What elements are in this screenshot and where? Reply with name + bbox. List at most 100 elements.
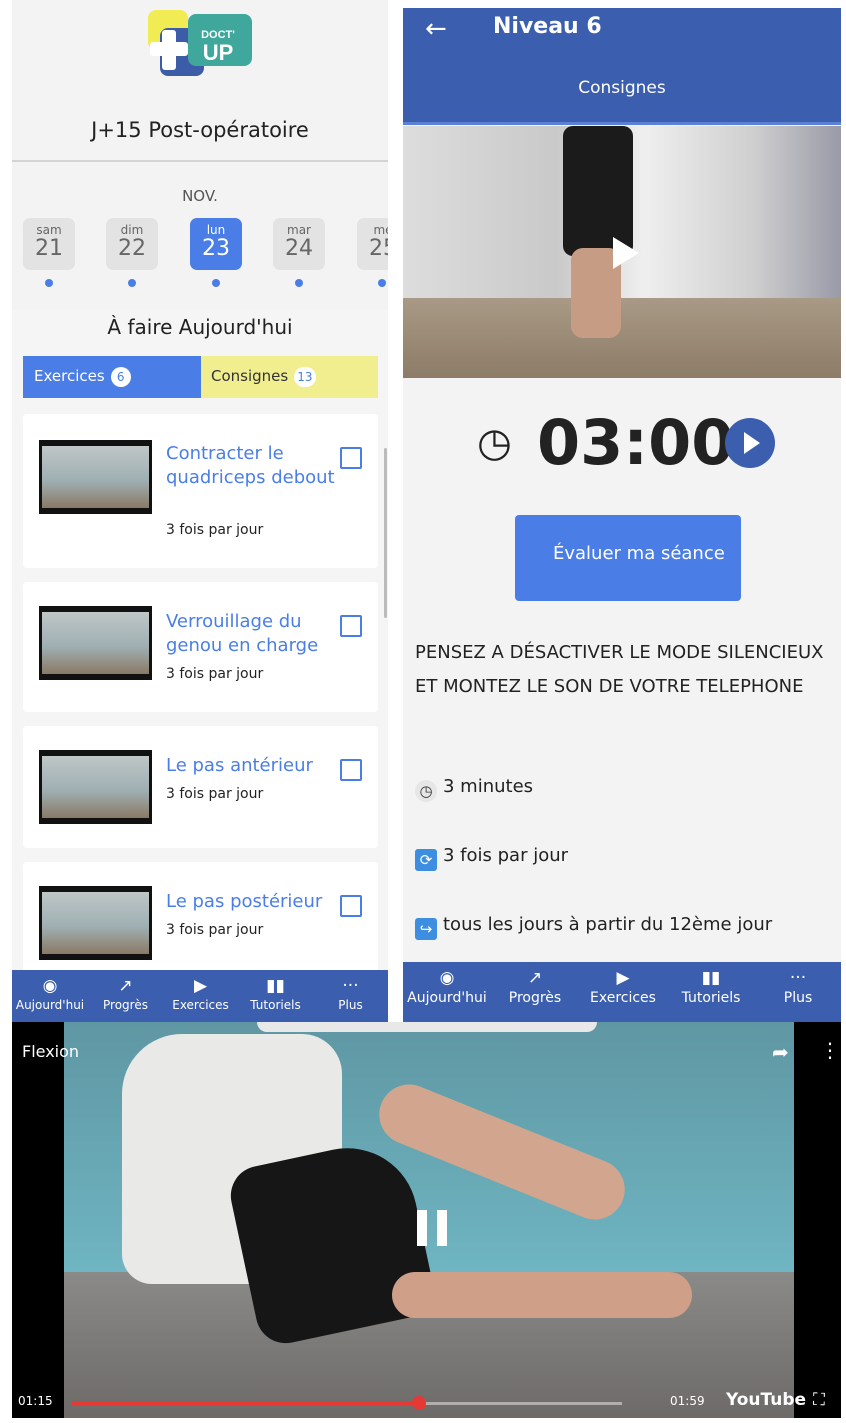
repeat-icon: ⟳: [415, 849, 437, 871]
evaluate-session-button[interactable]: Évaluer ma séance: [515, 515, 741, 601]
tab-instructions[interactable]: Consignes 13: [201, 356, 378, 398]
schedule-text: tous les jours à partir du 12ème jour: [443, 914, 773, 935]
day-dot: [212, 279, 220, 287]
more-dots-icon: ···: [342, 976, 359, 996]
timer-play-button[interactable]: [725, 418, 775, 468]
day-number: 23: [202, 236, 230, 261]
return-arrow-icon: ↪: [415, 918, 437, 940]
bottom-nav: ◉ Aujourd'hui ↗ Progrès ▶ Exercices ▮▮ Tutor…: [12, 970, 388, 1022]
day-mer[interactable]: me25: [357, 218, 388, 270]
day-number: 21: [35, 236, 63, 261]
nav-label: Tutoriels: [250, 998, 301, 1012]
timer-display: 03:00: [537, 406, 735, 479]
day-lun-selected[interactable]: lun 23: [190, 218, 242, 270]
clock-icon: ◷: [415, 780, 437, 802]
nav-today[interactable]: ◉ Aujourd'hui: [12, 970, 88, 1022]
nav-label: Progrès: [103, 998, 148, 1012]
divider: [12, 160, 388, 162]
exercise-detail-screen: ← Niveau 6 Consignes ◷ 03:00 Évaluer ma …: [403, 8, 841, 1022]
exercise-frequency: 3 fois par jour: [166, 922, 264, 938]
seek-handle[interactable]: [411, 1396, 426, 1410]
duration-line: ◷ 3 minutes: [415, 776, 533, 802]
exercises-count-badge: 6: [110, 367, 131, 387]
youtube-logo[interactable]: YouTube: [726, 1390, 806, 1410]
frequency-line: ⟳ 3 fois par jour: [415, 845, 568, 871]
video-title: Flexion: [22, 1042, 80, 1061]
seek-progress: [72, 1402, 419, 1405]
schedule-line: ↪ tous les jours à partir du 12ème jour: [415, 914, 772, 940]
exercise-title[interactable]: Le pas antérieur: [166, 754, 341, 778]
play-circle-icon: ▶: [193, 976, 208, 996]
bottom-nav: ◉ Aujourd'hui ↗ Progrès ▶ Exercices ▮▮ Tutor…: [403, 962, 841, 1022]
nav-more[interactable]: ··· Plus: [313, 970, 388, 1022]
nav-more[interactable]: ··· Plus: [755, 962, 841, 1014]
nav-label: Plus: [338, 998, 363, 1012]
exercise-title[interactable]: Le pas postérieur: [166, 890, 366, 914]
header-title: Niveau 6: [493, 14, 602, 39]
nav-progress[interactable]: ↗ Progrès: [491, 962, 579, 1014]
progress-icon: ↗: [527, 968, 543, 988]
day-dim[interactable]: dim 22: [106, 218, 158, 270]
nav-progress[interactable]: ↗ Progrès: [88, 970, 163, 1022]
youtube-player[interactable]: Flexion ➦ ⋮ 01:15 01:59 YouTube ⛶: [12, 1022, 841, 1418]
nav-tutorials[interactable]: ▮▮ Tutoriels: [667, 962, 755, 1014]
back-arrow-icon[interactable]: ←: [425, 14, 447, 44]
exercise-thumbnail[interactable]: [39, 750, 152, 824]
day-name: dim: [120, 223, 144, 237]
exercise-thumbnail[interactable]: [39, 440, 152, 514]
tab-instructions-label: Consignes: [211, 367, 289, 385]
nav-label: Aujourd'hui: [407, 990, 487, 1006]
exercise-card[interactable]: Contracter le quadriceps debout 3 fois p…: [23, 414, 378, 568]
progress-icon: ↗: [118, 976, 133, 996]
tab-exercises-label: Exercices: [34, 367, 105, 385]
page-title: J+15 Post-opératoire: [91, 118, 309, 142]
day-name: sam: [36, 223, 62, 237]
pause-icon[interactable]: [415, 1210, 449, 1246]
exercise-thumbnail[interactable]: [39, 606, 152, 680]
nav-exercises[interactable]: ▶ Exercices: [579, 962, 667, 1014]
day-dot: [128, 279, 136, 287]
book-icon: ▮▮: [266, 976, 285, 996]
more-vertical-icon[interactable]: ⋮: [820, 1038, 840, 1062]
nav-today[interactable]: ◉ Aujourd'hui: [403, 962, 491, 1014]
nav-exercises[interactable]: ▶ Exercices: [163, 970, 238, 1022]
exercise-checkbox[interactable]: [340, 895, 362, 917]
today-screen: DOCT' UP J+15 Post-opératoire NOV. sam 21…: [12, 0, 388, 1022]
scrollbar[interactable]: [384, 448, 387, 618]
exercise-thumbnail[interactable]: [39, 886, 152, 960]
exercise-frequency: 3 fois par jour: [166, 786, 264, 802]
day-name: mar: [287, 223, 311, 237]
tab-exercises[interactable]: Exercices 6: [23, 356, 201, 398]
day-mar[interactable]: mar 24: [273, 218, 325, 270]
day-dot: [295, 279, 303, 287]
share-icon[interactable]: ➦: [772, 1040, 789, 1064]
exercise-checkbox[interactable]: [340, 615, 362, 637]
day-dot: [45, 279, 53, 287]
nav-tutorials[interactable]: ▮▮ Tutoriels: [238, 970, 313, 1022]
exercise-checkbox[interactable]: [340, 447, 362, 469]
more-dots-icon: ···: [789, 968, 807, 988]
exercise-card[interactable]: Le pas postérieur 3 fois par jour: [23, 862, 378, 972]
exercise-card[interactable]: Verrouillage du genou en charge 3 fois p…: [23, 582, 378, 712]
app-header: [403, 8, 841, 124]
day-number: 25: [369, 236, 388, 261]
exercise-frequency: 3 fois par jour: [166, 666, 264, 682]
nav-label: Progrès: [508, 990, 562, 1006]
tab-instructions[interactable]: Consignes: [403, 78, 841, 98]
exercise-card[interactable]: Le pas antérieur 3 fois par jour: [23, 726, 378, 848]
book-icon: ▮▮: [701, 968, 721, 988]
tab-indicator: [403, 122, 841, 125]
exercise-title[interactable]: Contracter le quadriceps debout: [166, 442, 341, 490]
todo-title: À faire Aujourd'hui: [107, 315, 293, 339]
day-sam[interactable]: sam 21: [23, 218, 75, 270]
exercise-title[interactable]: Verrouillage du genou en charge: [166, 610, 341, 658]
exit-fullscreen-icon[interactable]: ⛶: [813, 1390, 825, 1410]
video-person-leg: [392, 1272, 692, 1318]
video-play-icon[interactable]: [613, 237, 639, 269]
stopwatch-icon: ◷: [477, 420, 512, 466]
doctup-logo: DOCT' UP: [148, 10, 252, 76]
day-name: me: [373, 223, 388, 237]
exercise-checkbox[interactable]: [340, 759, 362, 781]
today-icon: ◉: [42, 976, 58, 996]
panel-handle: [257, 1022, 597, 1032]
